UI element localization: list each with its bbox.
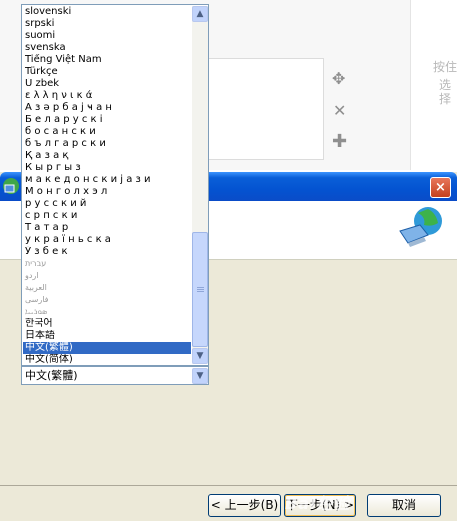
- scroll-up-arrow-icon[interactable]: ▲: [192, 6, 208, 22]
- language-items: slovenski srpski suomi svenska Tiếng Việt Na…: [23, 6, 191, 365]
- plus-icon[interactable]: ✚: [332, 133, 347, 151]
- language-option[interactable]: Türkçe: [23, 66, 191, 78]
- cancel-button[interactable]: 取消: [367, 494, 441, 517]
- language-option[interactable]: 中文(简体): [23, 354, 191, 365]
- hint-line-1: 按住: [433, 60, 457, 74]
- language-option[interactable]: 한국어: [23, 318, 191, 330]
- language-option[interactable]: suomi: [23, 30, 191, 42]
- language-option[interactable]: slovenski: [23, 6, 191, 18]
- language-option[interactable]: А з ә р б а ј ҹ а н: [23, 102, 191, 114]
- language-option[interactable]: اردو: [23, 270, 191, 282]
- scroll-down-arrow-icon[interactable]: ▼: [192, 348, 208, 364]
- language-option[interactable]: العربية: [23, 282, 191, 294]
- language-option[interactable]: б ъ л г а р с к и: [23, 138, 191, 150]
- language-option[interactable]: srpski: [23, 18, 191, 30]
- separator-line: [0, 485, 457, 486]
- language-option[interactable]: Б е л а р у с к і: [23, 114, 191, 126]
- chevron-down-icon[interactable]: ▼: [192, 368, 208, 384]
- language-option[interactable]: у к р а ї н ь с к а: [23, 234, 191, 246]
- language-select-value: 中文(繁體): [25, 369, 78, 382]
- language-option[interactable]: 日本語: [23, 330, 191, 342]
- network-wizard-icon: [3, 178, 19, 194]
- list-scrollbar[interactable]: ▲ ▼: [192, 6, 208, 364]
- language-option[interactable]: فارسی: [23, 294, 191, 306]
- close-icon[interactable]: ✕: [333, 103, 346, 119]
- back-button[interactable]: < 上一步(B): [208, 494, 281, 517]
- language-option[interactable]: с р п с к и: [23, 210, 191, 222]
- language-option[interactable]: К ы р г ы з: [23, 162, 191, 174]
- close-button[interactable]: ×: [430, 177, 451, 198]
- language-option[interactable]: м а к е д о н с к и ј а з и: [23, 174, 191, 186]
- language-option[interactable]: ε λ λ η ν ι κ ά: [23, 90, 191, 102]
- language-option[interactable]: р у с с к и й: [23, 198, 191, 210]
- grip-line: [197, 291, 204, 292]
- language-option[interactable]: svenska: [23, 42, 191, 54]
- network-connection-icon: [399, 207, 442, 247]
- language-option[interactable]: Қ а з а қ: [23, 150, 191, 162]
- language-select[interactable]: 中文(繁體) ▼: [21, 366, 209, 385]
- language-option[interactable]: עברית: [23, 258, 191, 270]
- grip-line: [197, 289, 204, 290]
- language-dropdown-list[interactable]: slovenski srpski suomi svenska Tiếng Việt Na…: [21, 4, 209, 366]
- language-option[interactable]: Tiếng Việt Nam: [23, 54, 191, 66]
- watermark: Bai经验: [285, 494, 351, 513]
- scrollbar-thumb[interactable]: [192, 232, 208, 347]
- language-option[interactable]: ܣܘܪܝܝܐ: [23, 306, 191, 318]
- grip-line: [197, 287, 204, 288]
- language-option[interactable]: Ŭ zbek: [23, 78, 191, 90]
- move-icon[interactable]: ✥: [332, 71, 345, 87]
- language-option[interactable]: Т а т а р: [23, 222, 191, 234]
- hint-line-2: 选择: [439, 78, 452, 106]
- language-option[interactable]: 中文(繁體): [23, 342, 191, 354]
- language-option[interactable]: б о с а н с к и: [23, 126, 191, 138]
- language-option[interactable]: Ў з б е к: [23, 246, 191, 258]
- background-card: [206, 58, 324, 160]
- language-option[interactable]: М о н г о л х э л: [23, 186, 191, 198]
